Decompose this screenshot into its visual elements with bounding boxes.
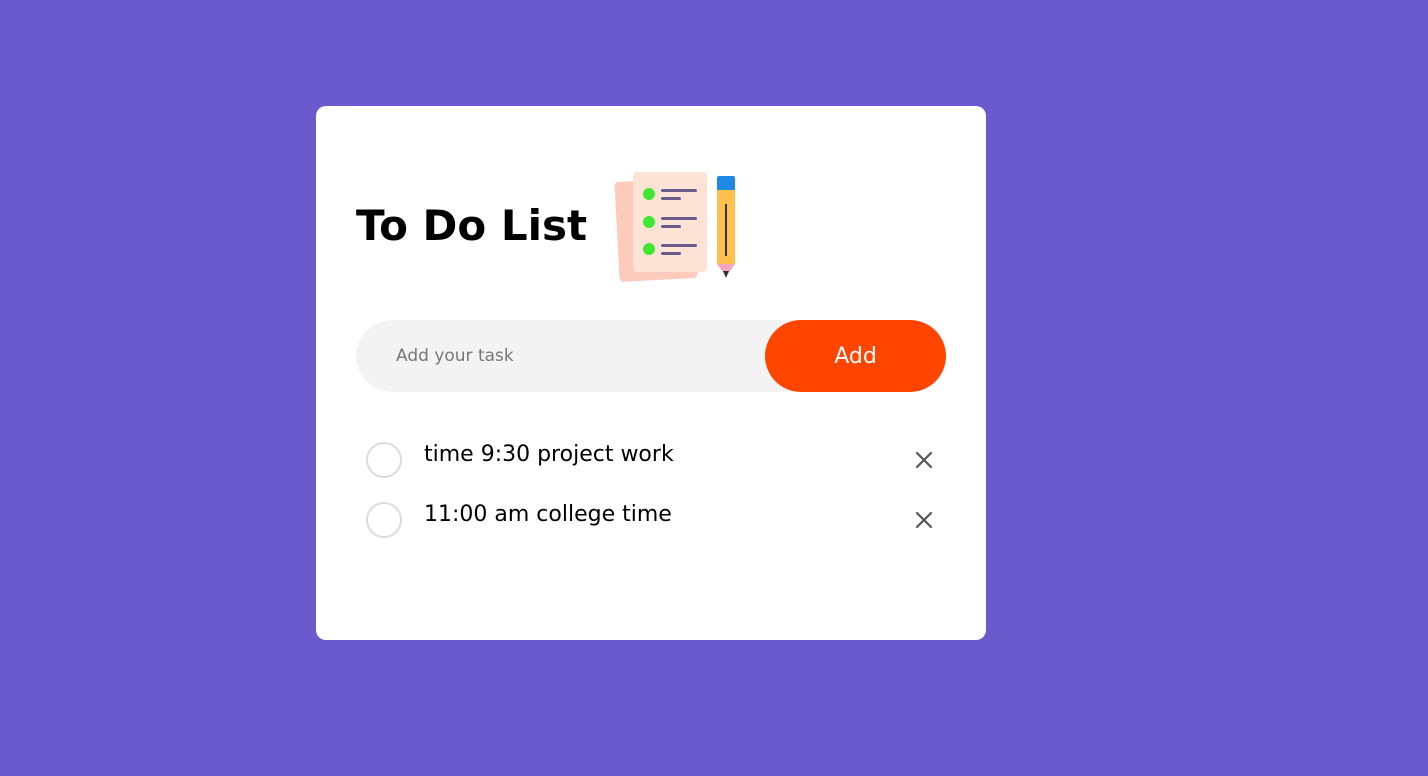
header: To Do List xyxy=(356,168,737,284)
list-item[interactable]: time 9:30 project work xyxy=(366,438,946,498)
page-title: To Do List xyxy=(356,201,588,250)
close-icon[interactable] xyxy=(910,506,938,534)
close-icon[interactable] xyxy=(910,446,938,474)
add-button[interactable]: Add xyxy=(765,320,946,392)
task-input[interactable] xyxy=(396,320,756,392)
task-text: 11:00 am college time xyxy=(424,502,672,527)
task-input-row: Add xyxy=(356,320,946,392)
unchecked-circle-icon[interactable] xyxy=(366,502,402,538)
task-list: time 9:30 project work 11:00 am college … xyxy=(366,438,946,558)
unchecked-circle-icon[interactable] xyxy=(366,442,402,478)
checklist-with-pencil-icon xyxy=(614,172,736,282)
todo-card: To Do List Add your task Add time 9:30 p… xyxy=(316,106,986,640)
list-item[interactable]: 11:00 am college time xyxy=(366,498,946,558)
task-text: time 9:30 project work xyxy=(424,442,674,467)
